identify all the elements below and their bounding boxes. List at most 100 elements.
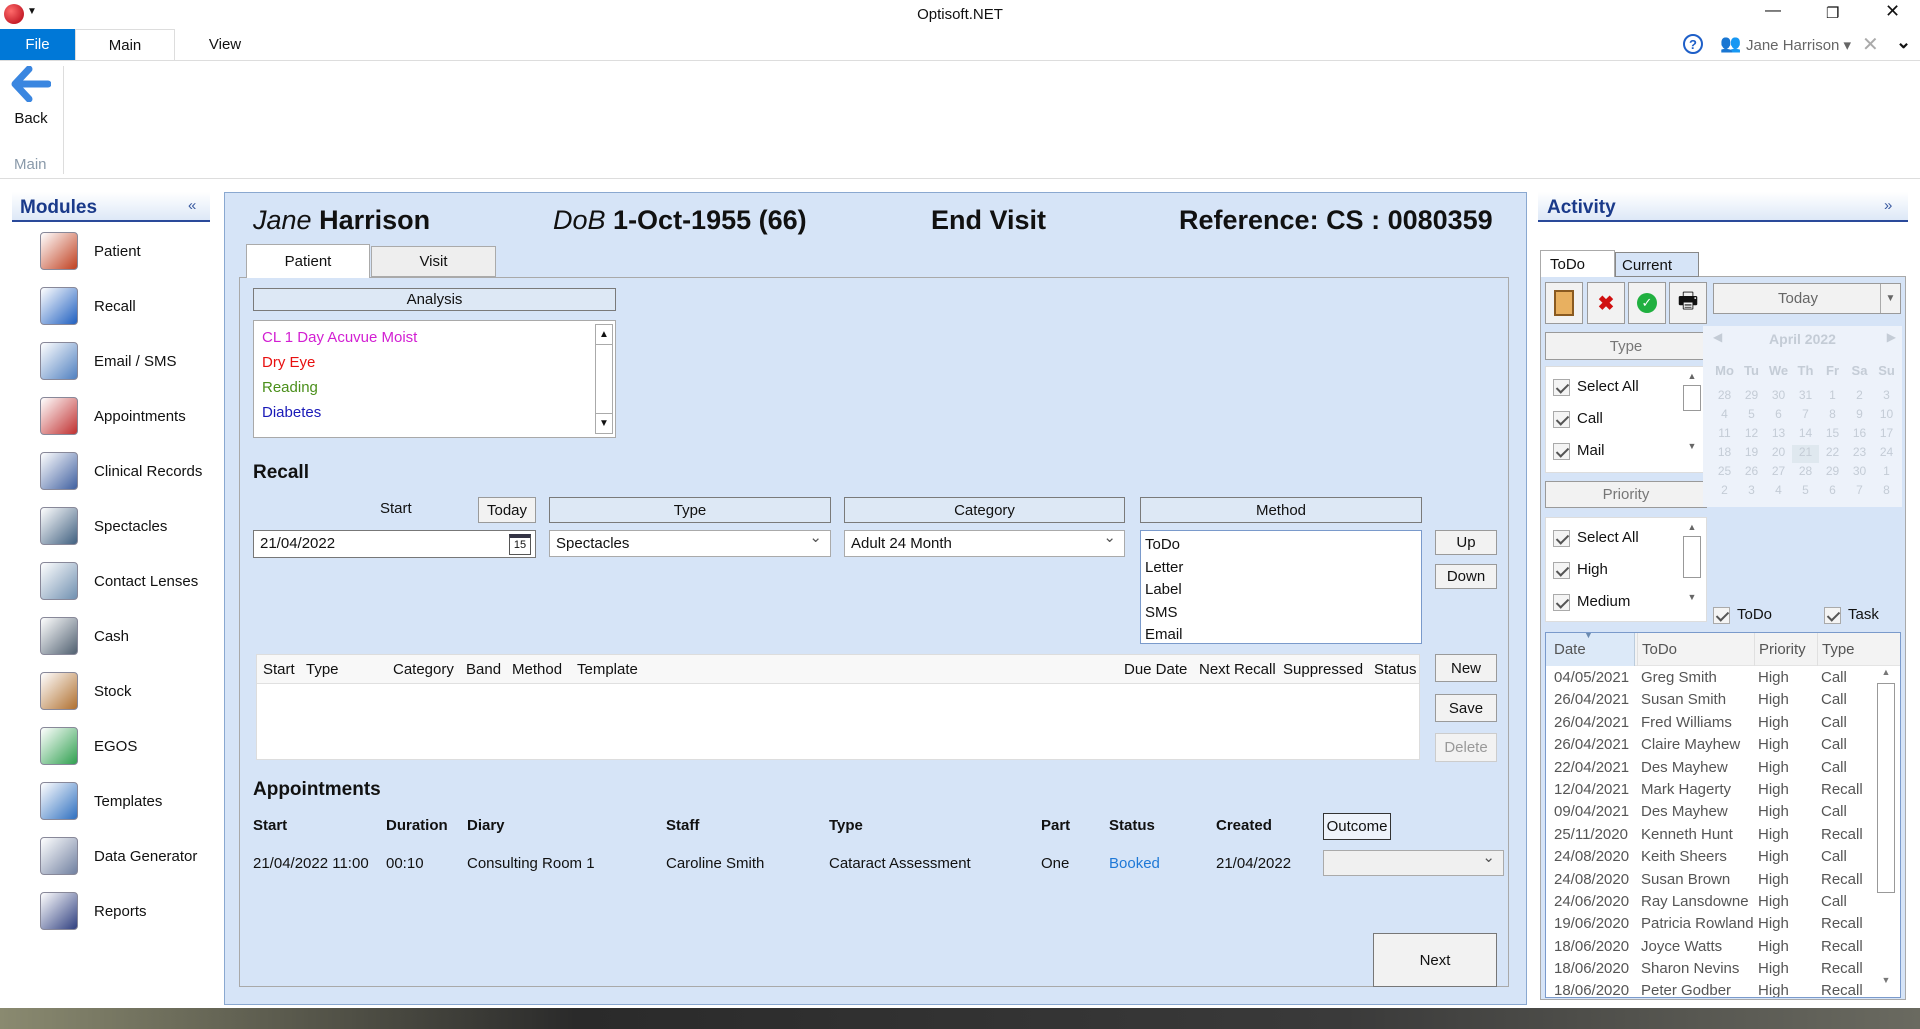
module-clinical-records[interactable]: Clinical Records — [40, 449, 202, 493]
method-option[interactable]: Email — [1145, 624, 1417, 647]
outcome-button[interactable]: Outcome — [1323, 813, 1391, 840]
calendar-day[interactable]: 16 — [1846, 426, 1873, 444]
modules-collapse-button[interactable]: « — [188, 197, 196, 214]
calendar-day[interactable]: 5 — [1738, 407, 1765, 425]
priority-filter-option[interactable]: Select All — [1553, 522, 1699, 554]
calendar-day[interactable]: 28 — [1711, 388, 1738, 406]
activity-row[interactable]: 24/06/2020 Ray Lansdowne High Call — [1546, 890, 1900, 912]
end-visit-button[interactable]: End Visit — [931, 205, 1046, 236]
calendar-day[interactable]: 4 — [1765, 483, 1792, 501]
module-recall[interactable]: Recall — [40, 284, 136, 328]
activity-scrollbar[interactable]: ▲ ▼ — [1876, 667, 1896, 995]
calendar-day[interactable]: 26 — [1738, 464, 1765, 482]
recall-column-header[interactable]: Suppressed — [1283, 661, 1363, 678]
calendar-day[interactable]: 20 — [1765, 445, 1792, 463]
activity-column-header[interactable]: Type — [1817, 633, 1855, 666]
calendar-day[interactable]: 10 — [1873, 407, 1900, 425]
calendar-day[interactable]: 22 — [1819, 445, 1846, 463]
activity-tab-todo[interactable]: ToDo — [1540, 250, 1615, 277]
type-filter-option[interactable]: Call — [1553, 403, 1699, 435]
recall-type-header[interactable]: Type — [549, 497, 831, 523]
module-spectacles[interactable]: Spectacles — [40, 504, 167, 548]
calendar-day[interactable]: 31 — [1792, 388, 1819, 406]
recall-category-select[interactable]: Adult 24 Month — [844, 528, 1125, 557]
next-button[interactable]: Next — [1373, 933, 1497, 987]
calendar-day[interactable]: 4 — [1711, 407, 1738, 425]
recall-column-header[interactable]: Template — [577, 661, 638, 678]
activity-row[interactable]: 24/08/2020 Susan Brown High Recall — [1546, 868, 1900, 890]
calendar-day[interactable]: 28 — [1792, 464, 1819, 482]
activity-row[interactable]: 24/08/2020 Keith Sheers High Call — [1546, 845, 1900, 867]
type-filter-option[interactable]: Mail — [1553, 435, 1699, 467]
minimize-button[interactable]: — — [1765, 2, 1781, 20]
calendar-day[interactable]: 19 — [1738, 445, 1765, 463]
calendar-day[interactable]: 11 — [1711, 426, 1738, 444]
tab-visit[interactable]: Visit — [371, 246, 496, 277]
calendar-day[interactable]: 6 — [1819, 483, 1846, 501]
close-patient-icon[interactable]: ✕ — [1862, 32, 1879, 57]
analysis-item[interactable]: Diabetes — [262, 400, 607, 425]
calendar-day[interactable]: 25 — [1711, 464, 1738, 482]
activity-column-header[interactable]: ToDo — [1637, 633, 1677, 666]
calendar-day[interactable]: 27 — [1765, 464, 1792, 482]
calendar-day[interactable]: 13 — [1765, 426, 1792, 444]
method-option[interactable]: Label — [1145, 579, 1417, 602]
analysis-header[interactable]: Analysis — [253, 288, 616, 311]
user-menu[interactable]: Jane Harrison ▾ — [1746, 36, 1851, 54]
type-filter-option[interactable]: Select All — [1553, 371, 1699, 403]
outcome-select[interactable] — [1323, 848, 1504, 876]
analysis-scrollbar[interactable]: ▲ ▼ — [595, 324, 613, 434]
activity-row[interactable]: 18/06/2020 Peter Godber High Recall — [1546, 979, 1900, 997]
save-button[interactable]: Save — [1435, 694, 1497, 722]
module-templates[interactable]: Templates — [40, 779, 162, 823]
back-button[interactable]: Back — [8, 65, 54, 127]
calendar-day[interactable]: 29 — [1738, 388, 1765, 406]
module-email-sms[interactable]: Email / SMS — [40, 339, 177, 383]
print-button[interactable]: 🖶 — [1669, 282, 1707, 324]
type-scrollbar[interactable]: ▲ ▼ — [1682, 371, 1702, 467]
delete-todo-button[interactable]: ✖ — [1587, 282, 1625, 324]
scrollbar-thumb[interactable] — [1877, 683, 1895, 893]
activity-row[interactable]: 04/05/2021 Greg Smith High Call — [1546, 666, 1900, 688]
complete-todo-button[interactable]: ✓ — [1628, 282, 1666, 324]
close-window-button[interactable]: ✕ — [1885, 1, 1900, 22]
module-cash[interactable]: Cash — [40, 614, 129, 658]
task-checkbox[interactable]: Task — [1824, 606, 1879, 624]
activity-row[interactable]: 12/04/2021 Mark Hagerty High Recall — [1546, 778, 1900, 800]
tab-file[interactable]: File — [0, 29, 75, 60]
calendar-day[interactable]: 17 — [1873, 426, 1900, 444]
tab-patient[interactable]: Patient — [246, 244, 370, 278]
recall-start-date-input[interactable]: 21/04/2022 15 — [253, 530, 536, 558]
calendar-day[interactable]: 9 — [1846, 407, 1873, 425]
calendar-day[interactable]: 1 — [1819, 388, 1846, 406]
scroll-up-icon[interactable]: ▲ — [596, 325, 612, 345]
recall-method-list[interactable]: ToDo Letter Label SMS Email — [1140, 530, 1422, 644]
calendar-day[interactable]: 5 — [1792, 483, 1819, 501]
analysis-list[interactable]: CL 1 Day Acuvue Moist Dry Eye Reading Diabe… — [253, 320, 616, 438]
recall-method-header[interactable]: Method — [1140, 497, 1422, 523]
activity-calendar[interactable]: ◀ April 2022 ▶ Mo Tu We Th Fr Sa Su 28 29 30 31 1 2 3… — [1703, 326, 1902, 507]
tab-view[interactable]: View — [175, 29, 275, 60]
calendar-day[interactable]: 30 — [1846, 464, 1873, 482]
appointment-status-link[interactable]: Booked — [1109, 855, 1160, 872]
priority-filter-header[interactable]: Priority — [1545, 481, 1707, 508]
delete-button[interactable]: Delete — [1435, 733, 1497, 762]
activity-row[interactable]: 19/06/2020 Patricia Rowland High Recall — [1546, 912, 1900, 934]
calendar-day[interactable]: 1 — [1873, 464, 1900, 482]
activity-grid[interactable]: Date ToDo Priority Type ▼ 04/05/2021 Greg Smi… — [1545, 632, 1901, 998]
calendar-day[interactable]: 12 — [1738, 426, 1765, 444]
calendar-day[interactable]: 29 — [1819, 464, 1846, 482]
activity-row[interactable]: 26/04/2021 Susan Smith High Call — [1546, 688, 1900, 710]
recall-column-header[interactable]: Due Date — [1124, 661, 1187, 678]
recall-category-header[interactable]: Category — [844, 497, 1125, 523]
new-todo-button[interactable] — [1545, 282, 1583, 324]
analysis-item[interactable]: Reading — [262, 375, 607, 400]
priority-filter-list[interactable]: Select All High Medium ▲ ▼ — [1545, 517, 1707, 622]
module-egos[interactable]: EGOS — [40, 724, 137, 768]
module-stock[interactable]: Stock — [40, 669, 132, 713]
calendar-day[interactable]: 8 — [1873, 483, 1900, 501]
calendar-day[interactable]: 21 — [1792, 445, 1819, 463]
calendar-day[interactable]: 24 — [1873, 445, 1900, 463]
activity-expand-button[interactable]: » — [1884, 197, 1892, 214]
module-reports[interactable]: Reports — [40, 889, 147, 933]
